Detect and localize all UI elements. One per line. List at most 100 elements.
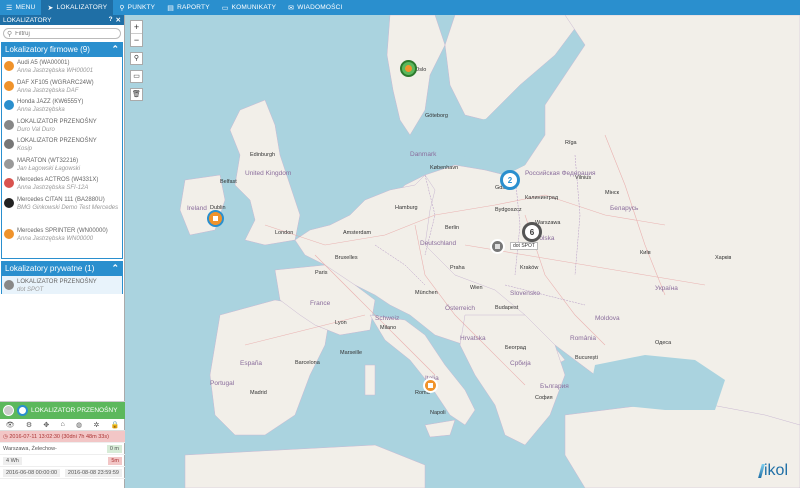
list-item[interactable]: LOKALIZATOR PRZENOŚNY Duro Val Duro	[2, 116, 122, 136]
list-item[interactable]: DAF XF105 (WGRARC24W) Anna Jastrzębska DA…	[2, 77, 122, 97]
item-name: Mercedes SPRINTER (WN00000)	[17, 227, 108, 234]
map-label: Одеса	[655, 340, 672, 346]
status-ring-icon	[17, 405, 28, 416]
tab-wiadomosci[interactable]: ✉ WIADOMOŚCI	[282, 0, 348, 15]
vehicle-avatar-icon	[4, 139, 14, 149]
eye-icon[interactable]: 👁	[6, 421, 15, 429]
device-icon	[495, 244, 500, 249]
lock-icon[interactable]: 🔒	[111, 421, 120, 429]
map-label: Amsterdam	[343, 230, 372, 236]
home-icon[interactable]: ⌂	[61, 421, 65, 428]
tab-komunikaty[interactable]: ▭ KOMUNIKATY	[216, 0, 282, 15]
car-icon	[213, 216, 218, 221]
panel-header: LOKALIZATOR PRZENOŚNY	[0, 402, 125, 419]
map-label: London	[275, 230, 294, 236]
tracker-marker[interactable]	[490, 239, 505, 254]
help-icon[interactable]: ?	[109, 16, 113, 24]
list-item[interactable]: Mercedes ACTROS (W4331X) Anna Jastrzębska…	[2, 174, 122, 194]
tab-menu[interactable]: ☰ MENU	[0, 0, 41, 15]
map-label: Kraków	[520, 265, 539, 271]
map-label: Hamburg	[395, 205, 418, 211]
item-name: DAF XF105 (WGRARC24W)	[17, 79, 94, 86]
panel-toolbar: 👁 ⚙ ✥ ⌂ ◍ ✲ 🔒	[0, 419, 125, 431]
map-label: München	[415, 290, 438, 296]
tab-raporty[interactable]: ▤ RAPORTY	[161, 0, 216, 15]
cluster-marker[interactable]: 2	[500, 170, 520, 190]
globe-icon[interactable]: ◍	[76, 421, 82, 429]
last-seen-text: 2016-07-11 13:02:30 (30dni 7h 48m 33s)	[9, 433, 109, 440]
draw-button[interactable]: ▭	[130, 70, 143, 83]
sidebar-header: LOKALIZATORY ? ✕	[0, 15, 124, 25]
group-firmowe-header[interactable]: Lokalizatory firmowe (9) ⌃	[1, 42, 123, 57]
chevron-up-icon[interactable]: ⌃	[111, 263, 119, 274]
map-view[interactable]: + − ⚲ ▭ 🗑 Российская Федерация Беларусь …	[125, 15, 800, 488]
list-item[interactable]: Mercedes CITAN 111 (BA2880U) BMG Ginkowsk…	[2, 194, 122, 225]
tracker-detail-panel: LOKALIZATOR PRZENOŚNY 👁 ⚙ ✥ ⌂ ◍ ✲ 🔒 ◷ 20…	[0, 401, 125, 488]
settings-icon[interactable]: ✲	[93, 421, 99, 429]
gear-icon[interactable]: ⚙	[26, 421, 32, 429]
group-firmowe-list: Audi A5 (WA00001) Anna Jastrzębska WH0000…	[1, 57, 123, 259]
list-item[interactable]: LOKALIZATOR PRZENOŚNY Kosip	[2, 135, 122, 155]
chevron-up-icon[interactable]: ⌃	[111, 44, 119, 55]
list-item[interactable]: MARATON (WT32216) Jan Łagowski Łagowski	[2, 155, 122, 175]
map-label: Србија	[510, 360, 531, 367]
map-label: Schweiz	[375, 315, 400, 322]
cluster-marker[interactable]: 6	[522, 222, 542, 242]
zoom-in-button[interactable]: +	[131, 21, 142, 33]
list-item[interactable]: Honda JAZZ (KW6555Y) Anna Jastrzębska	[2, 96, 122, 116]
map-label: Беларусь	[610, 205, 639, 212]
ruler-icon: ▭	[133, 73, 140, 80]
item-name: MARATON (WT32216)	[17, 157, 79, 164]
item-name: LOKALIZATOR PRZENOŚNY	[17, 138, 97, 144]
zoom-control: + −	[130, 20, 143, 47]
map-label: Barcelona	[295, 360, 320, 366]
top-nav-bar: ☰ MENU ➤ LOKALIZATORY ⚲ PUNKTY ▤ RAPORTY ▭ KO…	[0, 0, 800, 15]
close-icon[interactable]: ✕	[116, 16, 121, 24]
list-item[interactable]: Mercedes SPRINTER (WN00000) Anna Jastrzęb…	[2, 225, 122, 252]
search-map-button[interactable]: ⚲	[130, 52, 143, 65]
group-prywatne-list: LOKALIZATOR PRZENOŚNY dot SPOT	[1, 276, 123, 294]
vehicle-avatar-icon	[4, 158, 14, 169]
group-label: Lokalizatory prywatne (1)	[5, 264, 95, 273]
map-label: Paris	[315, 270, 328, 276]
list-item[interactable]: Audi A5 (WA00001) Anna Jastrzębska WH0000…	[2, 57, 122, 77]
date-from-field[interactable]: 2016-06-08 00:00:00	[3, 468, 61, 477]
vehicle-marker[interactable]	[400, 60, 417, 77]
map-label: Vilnius	[575, 175, 592, 181]
search-box: ⚲	[3, 28, 121, 39]
map-label: București	[575, 355, 598, 361]
vehicle-marker[interactable]	[207, 210, 224, 227]
address-text: Warszawa, Żelechow-	[3, 445, 57, 452]
map-label: София	[535, 395, 553, 401]
delete-button[interactable]: 🗑	[130, 88, 143, 101]
group-label: Lokalizatory firmowe (9)	[5, 45, 90, 54]
logo-text: ikol	[763, 462, 788, 479]
map-label: Marseille	[340, 350, 363, 356]
map-canvas	[179, 15, 800, 488]
item-name: Mercedes ACTROS (W4331X)	[17, 177, 99, 183]
tab-lokalizatory[interactable]: ➤ LOKALIZATORY	[41, 0, 114, 15]
map-label: Київ	[640, 250, 651, 256]
map-label: Napoli	[430, 410, 446, 416]
map-label: Budapest	[495, 305, 519, 311]
trash-icon: 🗑	[132, 91, 141, 98]
vehicle-marker[interactable]	[423, 378, 438, 393]
item-name: Audi A5 (WA00001)	[17, 60, 70, 66]
item-sub: Anna Jastrzębska	[17, 107, 65, 113]
map-label: United Kingdom	[245, 170, 292, 177]
signal-row: 4 Wh 5m	[0, 455, 125, 467]
search-input[interactable]	[15, 30, 116, 37]
group-prywatne-header[interactable]: Lokalizatory prywatne (1) ⌃	[1, 261, 123, 276]
map-label: Milano	[380, 325, 397, 331]
menu-icon: ☰	[6, 4, 13, 12]
item-sub: Jan Łagowski Łagowski	[17, 165, 81, 172]
map-label: Bydgoszcz	[495, 207, 522, 213]
date-to-field[interactable]: 2016-08-08 23:59:59	[64, 468, 122, 477]
map-label: Belfast	[220, 179, 237, 185]
map-label: Rīga	[565, 140, 577, 146]
list-item[interactable]: LOKALIZATOR PRZENOŚNY dot SPOT	[2, 276, 122, 294]
zoom-out-button[interactable]: −	[131, 33, 142, 46]
map-label: Lyon	[335, 320, 347, 326]
move-icon[interactable]: ✥	[43, 421, 49, 429]
tab-punkty[interactable]: ⚲ PUNKTY	[113, 0, 161, 15]
